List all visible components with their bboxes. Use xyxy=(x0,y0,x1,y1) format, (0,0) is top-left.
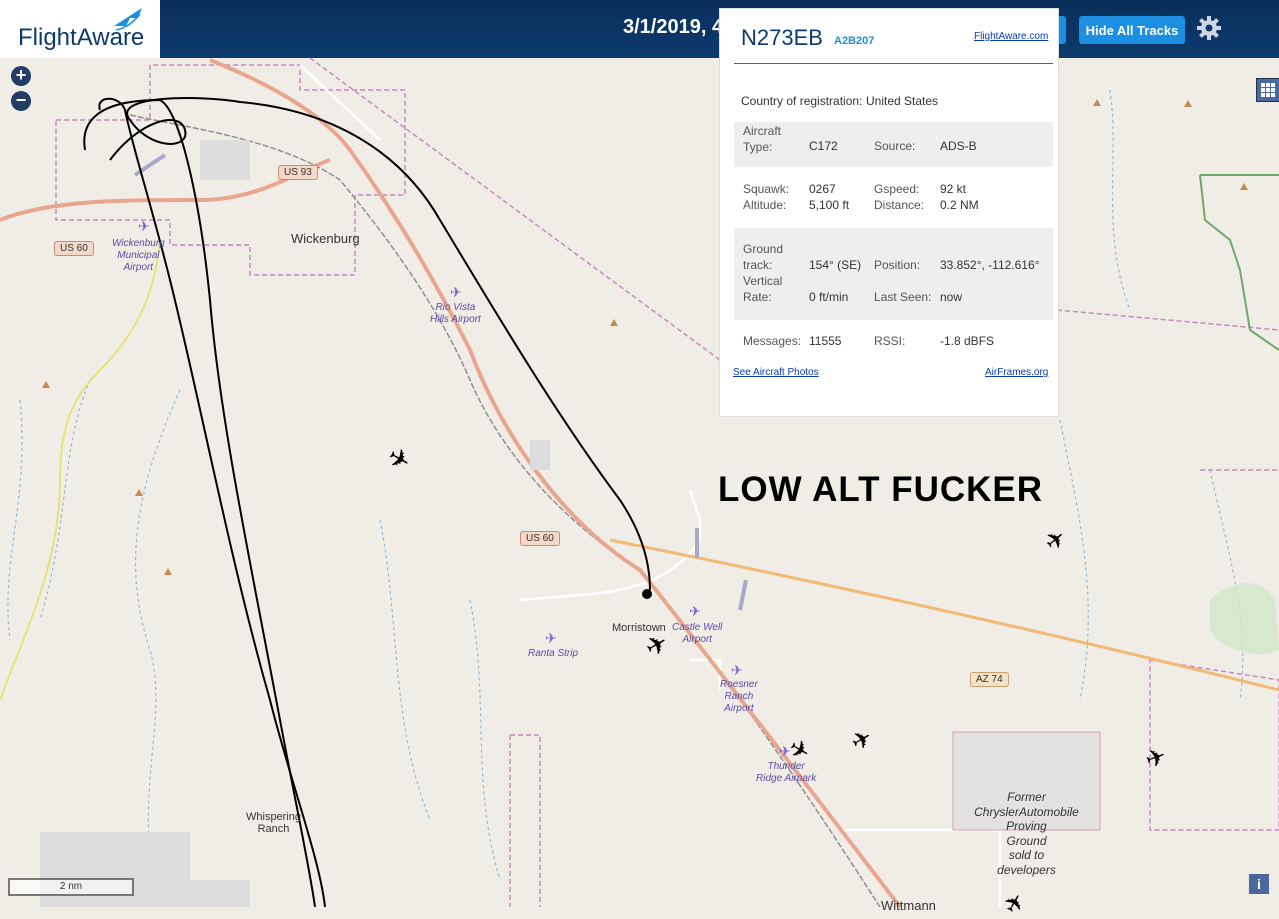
squawk-value: 0267 xyxy=(809,182,836,196)
distance-value: 0.2 NM xyxy=(940,198,979,212)
place-label: Wickenburg xyxy=(291,231,360,246)
messages-label: Messages: xyxy=(743,334,802,348)
divider xyxy=(734,63,1053,64)
road-shield-az74: AZ 74 xyxy=(970,672,1009,687)
airport-icon: ✈ xyxy=(689,603,701,619)
hide-all-tracks-button[interactable]: Hide All Tracks xyxy=(1079,16,1185,44)
info-row: Squawk: 0267 Gspeed: 92 kt Altitude: 5,1… xyxy=(734,181,1053,217)
airport-label: Thunder Ridge Airpark xyxy=(756,761,817,784)
overlay-text: LOW ALT FUCKER xyxy=(718,470,1044,509)
aircraft-type-value: C172 xyxy=(809,139,838,153)
source-label: Source: xyxy=(874,139,916,153)
zoom-out-button[interactable]: − xyxy=(11,91,31,111)
airport-label: Castle Well Airport xyxy=(672,622,723,645)
airport-icon: ✈ xyxy=(450,284,462,300)
layers-grid-icon[interactable] xyxy=(1256,78,1279,102)
position-value: 33.852°, -112.616° xyxy=(940,258,1040,272)
logo-plane-icon xyxy=(114,8,142,31)
airport-label: Wickenburg Municipal Airport xyxy=(112,238,165,273)
info-button[interactable]: i xyxy=(1249,874,1269,894)
airport-icon: ✈ xyxy=(731,662,743,678)
map-canvas[interactable]: US 93 US 60 US 60 AZ 74 Wickenburg Morri… xyxy=(0,58,1279,919)
grid-icon xyxy=(1261,83,1275,97)
gspeed-label: Gspeed: xyxy=(874,182,920,196)
country-value: United States xyxy=(866,94,939,108)
altitude-label: Altitude: xyxy=(743,198,787,212)
aircraft-photos-link[interactable]: See Aircraft Photos xyxy=(733,367,819,378)
messages-value: 11555 xyxy=(809,334,842,348)
altitude-value: 5,100 ft xyxy=(809,198,850,212)
vertical-rate-value: 0 ft/min xyxy=(809,290,849,304)
road-shield-us60: US 60 xyxy=(520,531,560,546)
header-date: 3/1/2019, 4 xyxy=(623,16,724,38)
proving-ground-label: Former ChryslerAutomobile Proving Ground… xyxy=(974,790,1079,877)
info-row: Ground track: 154° (SE) Position: 33.852… xyxy=(734,228,1053,320)
country-label: Country of registration: xyxy=(741,94,863,108)
info-row: Aircraft Type: C172 Source: ADS-B xyxy=(734,122,1053,167)
airport-label: Rio Vista Hills Airport xyxy=(430,302,481,325)
callsign: N273EB xyxy=(741,25,823,50)
hex-code: A2B207 xyxy=(834,35,875,47)
rssi-label: RSSI: xyxy=(874,334,906,348)
header-bar: FlightAware 3/1/2019, 4 Hide All Tracks xyxy=(0,0,1279,58)
airframes-link[interactable]: AirFrames.org xyxy=(985,367,1048,378)
flightaware-link[interactable]: FlightAware.com xyxy=(974,31,1048,42)
airport-label: Roesner Ranch Airport xyxy=(720,679,758,714)
last-seen-value: now xyxy=(940,290,963,304)
source-value: ADS-B xyxy=(940,139,977,153)
scale-bar: 2 nm xyxy=(8,878,134,896)
gear-icon[interactable] xyxy=(1196,15,1222,41)
map-svg xyxy=(0,58,1279,907)
country-row: Country of registration: United States xyxy=(734,93,1053,113)
flightaware-logo[interactable]: FlightAware xyxy=(0,0,160,58)
info-row: Messages: 11555 RSSI: -1.8 dBFS xyxy=(734,333,1053,353)
rssi-value: -1.8 dBFS xyxy=(940,334,995,348)
zoom-in-button[interactable]: + xyxy=(11,66,31,86)
airport-label: Ranta Strip xyxy=(528,648,579,659)
airport-icon: ✈ xyxy=(545,630,557,646)
place-label: Whispering Ranch xyxy=(246,811,302,835)
road-shield-us93: US 93 xyxy=(278,165,318,180)
squawk-label: Squawk: xyxy=(743,182,790,196)
distance-label: Distance: xyxy=(874,198,925,212)
airport-icon: ✈ xyxy=(138,218,150,234)
place-label: Wittmann xyxy=(881,898,936,913)
road-shield-us60: US 60 xyxy=(54,241,94,256)
ground-track-value: 154° (SE) xyxy=(809,258,862,272)
last-seen-label: Last Seen: xyxy=(874,290,932,304)
aircraft-type-label: Aircraft Type: xyxy=(743,124,782,154)
ground-track-label: Ground track: xyxy=(743,242,784,272)
aircraft-info-popup: N273EB A2B207 FlightAware.com Country of… xyxy=(719,8,1059,417)
position-label: Position: xyxy=(874,258,921,272)
gspeed-value: 92 kt xyxy=(940,182,967,196)
vertical-rate-label: Vertical Rate: xyxy=(743,274,783,304)
